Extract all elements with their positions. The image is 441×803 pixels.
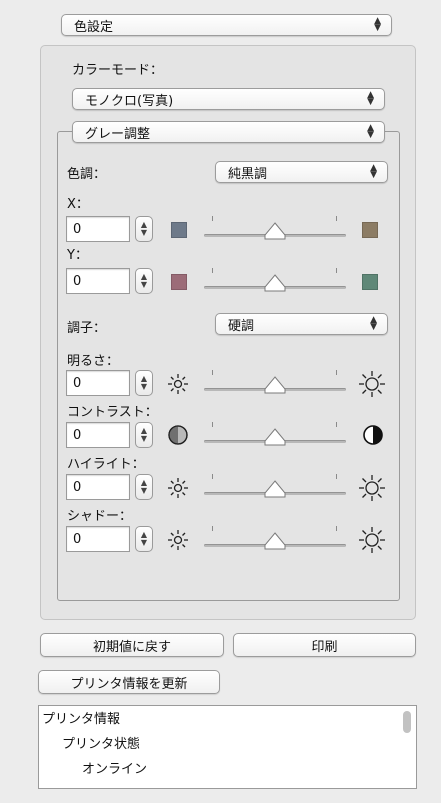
shadow-stepper[interactable]: ▲ ▼ <box>135 526 153 552</box>
gray-adjust-popup[interactable]: グレー調整 ▲ ▼ <box>72 121 385 143</box>
slider-tick <box>336 370 337 375</box>
highlight-slider[interactable] <box>204 472 346 502</box>
slider-knob-icon[interactable] <box>264 376 286 394</box>
y-label: Y： <box>67 248 88 263</box>
contrast-high-icon <box>363 425 383 445</box>
popup-arrows-icon: ▲ ▼ <box>367 123 374 140</box>
x-input-value: 0 <box>73 221 82 237</box>
slider-tick <box>336 526 337 531</box>
slider-tick <box>212 268 213 273</box>
gradation-label: 調子： <box>67 321 107 336</box>
highlight-stepper[interactable]: ▲ ▼ <box>135 474 153 500</box>
sun-small-icon <box>168 374 188 394</box>
highlight-label: ハイライト： <box>67 457 145 472</box>
sun-large-icon <box>359 371 385 397</box>
shadow-slider[interactable] <box>204 524 346 554</box>
sun-small-icon <box>168 530 188 550</box>
update-printer-info-button-label: プリンタ情報を更新 <box>70 676 188 692</box>
printer-info-list[interactable]: プリンタ情報 プリンタ状態 オンライン <box>38 705 417 789</box>
x-slider[interactable] <box>204 214 346 244</box>
y-stepper[interactable]: ▲ ▼ <box>135 268 153 294</box>
popup-arrows-icon: ▲ ▼ <box>374 16 381 33</box>
tone-label: 色調： <box>67 167 107 182</box>
slider-knob-icon[interactable] <box>264 532 286 550</box>
list-item[interactable]: プリンタ状態 <box>62 733 140 752</box>
y-input[interactable]: 0 <box>66 268 130 294</box>
x-label: X： <box>67 197 89 212</box>
popup-arrows-icon: ▲ ▼ <box>367 90 374 107</box>
gradation-popup-label: 硬調 <box>228 318 255 334</box>
reset-defaults-button-label: 初期値に戻す <box>92 639 171 655</box>
sun-large-icon <box>359 527 385 553</box>
popup-arrows-icon: ▲ ▼ <box>370 163 377 180</box>
slider-tick <box>336 422 337 427</box>
brightness-slider[interactable] <box>204 368 346 398</box>
x-right-swatch <box>362 222 378 238</box>
slider-tick <box>336 216 337 221</box>
slider-tick <box>212 370 213 375</box>
update-printer-info-button[interactable]: プリンタ情報を更新 <box>38 670 220 694</box>
y-left-swatch <box>171 274 187 290</box>
slider-knob-icon[interactable] <box>264 274 286 292</box>
highlight-input-value: 0 <box>73 479 82 495</box>
sun-small-icon <box>168 478 188 498</box>
contrast-label: コントラスト： <box>67 405 158 420</box>
shadow-label: シャドー： <box>67 509 133 524</box>
brightness-label: 明るさ： <box>67 354 120 369</box>
gradation-popup[interactable]: 硬調 ▲ ▼ <box>215 313 388 335</box>
print-button[interactable]: 印刷 <box>233 633 416 657</box>
sun-large-icon <box>359 475 385 501</box>
list-scrollbar-thumb[interactable] <box>403 711 411 733</box>
shadow-input-value: 0 <box>73 531 82 547</box>
slider-knob-icon[interactable] <box>264 480 286 498</box>
slider-knob-icon[interactable] <box>264 222 286 240</box>
color-mode-popup-label: モノクロ(写真) <box>85 93 174 109</box>
y-input-value: 0 <box>73 273 82 289</box>
slider-tick <box>336 474 337 479</box>
popup-arrows-icon: ▲ ▼ <box>370 315 377 332</box>
print-button-label: 印刷 <box>311 639 338 655</box>
shadow-input[interactable]: 0 <box>66 526 130 552</box>
color-mode-popup[interactable]: モノクロ(写真) ▲ ▼ <box>72 88 385 110</box>
slider-knob-icon[interactable] <box>264 428 286 446</box>
x-left-swatch <box>171 222 187 238</box>
x-stepper[interactable]: ▲ ▼ <box>135 216 153 242</box>
color-settings-popup[interactable]: 色設定 ▲ ▼ <box>61 14 392 36</box>
reset-defaults-button[interactable]: 初期値に戻す <box>40 633 224 657</box>
slider-tick <box>336 268 337 273</box>
contrast-stepper[interactable]: ▲ ▼ <box>135 422 153 448</box>
gray-adjust-popup-label: グレー調整 <box>85 126 151 142</box>
brightness-input-value: 0 <box>73 375 82 391</box>
y-slider[interactable] <box>204 266 346 296</box>
color-settings-popup-label: 色設定 <box>74 19 114 35</box>
brightness-stepper[interactable]: ▲ ▼ <box>135 370 153 396</box>
tone-popup[interactable]: 純黒調 ▲ ▼ <box>215 161 388 183</box>
brightness-input[interactable]: 0 <box>66 370 130 396</box>
highlight-input[interactable]: 0 <box>66 474 130 500</box>
tone-popup-label: 純黒調 <box>228 166 268 182</box>
slider-tick <box>212 474 213 479</box>
color-mode-label: カラーモード： <box>72 63 164 78</box>
x-input[interactable]: 0 <box>66 216 130 242</box>
y-right-swatch <box>362 274 378 290</box>
slider-tick <box>212 422 213 427</box>
slider-tick <box>212 216 213 221</box>
contrast-low-icon <box>168 425 188 445</box>
contrast-slider[interactable] <box>204 420 346 450</box>
contrast-input-value: 0 <box>73 427 82 443</box>
list-item[interactable]: プリンタ情報 <box>42 708 120 727</box>
slider-tick <box>212 526 213 531</box>
list-item[interactable]: オンライン <box>82 758 147 777</box>
contrast-input[interactable]: 0 <box>66 422 130 448</box>
